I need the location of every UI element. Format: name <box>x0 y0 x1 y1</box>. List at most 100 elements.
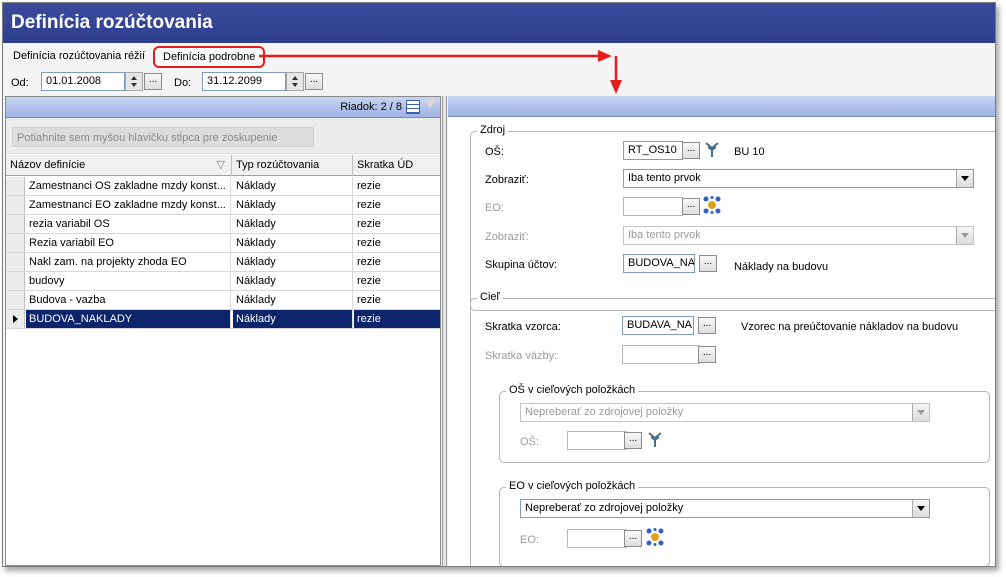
row-selector[interactable] <box>6 177 25 195</box>
row-selector[interactable] <box>6 291 25 309</box>
chevron-down-icon[interactable] <box>912 500 929 517</box>
cell-type: Náklady <box>233 196 353 214</box>
row-selector[interactable] <box>6 234 25 252</box>
source-display2-label: Zobraziť: <box>485 231 529 243</box>
chevron-down-icon[interactable] <box>956 170 973 187</box>
source-account-group-ellipsis-button[interactable]: ... <box>699 255 717 272</box>
target-eo-group: EO v cieľových položkách Nepreberať zo z… <box>499 480 990 566</box>
cell-type: Náklady <box>233 272 353 290</box>
table-row[interactable]: rezia variabil OS Náklady rezie <box>6 215 440 234</box>
source-os-label: OŠ: <box>485 146 504 158</box>
target-eo-combo[interactable]: Nepreberať zo zdrojovej položky <box>520 499 930 518</box>
target-group-title: Cieľ <box>477 291 503 303</box>
cell-type: Náklady <box>233 310 353 328</box>
cell-abbrev: rezie <box>357 199 381 211</box>
source-eo-ellipsis-button[interactable]: ... <box>682 198 700 215</box>
cell-type: Náklady <box>233 177 353 195</box>
cell-name: Rezia variabil EO <box>26 234 231 252</box>
row-selector[interactable] <box>6 253 25 271</box>
target-os-group-title: OŠ v cieľových položkách <box>506 384 639 396</box>
target-os-ellipsis-button[interactable]: ... <box>624 432 642 449</box>
chevron-down-icon[interactable] <box>956 227 973 244</box>
cell-type: Náklady <box>233 215 353 233</box>
detail-header-bar <box>448 96 995 117</box>
table-row[interactable]: budovy Náklady rezie <box>6 272 440 291</box>
from-date-spin-icon[interactable] <box>125 72 143 91</box>
tab-definition-overview[interactable]: Definícia rozúčtovania réžií <box>13 50 145 62</box>
org-unit-icon[interactable] <box>646 528 664 546</box>
target-eo-group-title: EO v cieľových položkách <box>506 480 639 492</box>
row-counter: Riadok: 2 / 8 <box>340 101 402 113</box>
source-group-title: Zdroj <box>477 124 509 136</box>
target-eo-combo-value: Nepreberať zo zdrojovej položky <box>525 502 684 514</box>
column-header-type[interactable]: Typ rozúčtovania <box>232 155 353 176</box>
filter-icon[interactable] <box>423 100 437 108</box>
target-eo-label: EO: <box>520 534 539 546</box>
cell-name: Zamestnanci OS zakladne mzdy konst... <box>26 177 231 195</box>
from-date-ellipsis-button[interactable]: ... <box>144 73 162 90</box>
cell-abbrev: rezie <box>357 294 381 306</box>
row-selector[interactable] <box>6 272 25 290</box>
source-eo-label: EO: <box>485 202 504 214</box>
tree-hierarchy-icon[interactable] <box>703 140 721 158</box>
chevron-down-icon[interactable] <box>912 404 929 421</box>
source-account-group-text: Náklady na budovu <box>734 261 829 273</box>
date-range-bar: Od: 01.01.2008 ... Do: 31.12.2099 ... <box>3 69 995 95</box>
detail-panel: Zdroj OŠ: RT_OS10 ... BU 10 Zobraziť: Ib… <box>448 96 995 566</box>
grid-columns-icon[interactable] <box>406 100 420 114</box>
target-link-ellipsis-button[interactable]: ... <box>698 346 716 363</box>
sort-filter-icon[interactable]: ▽ <box>217 158 225 171</box>
to-date-input[interactable]: 31.12.2099 <box>202 72 286 91</box>
cell-abbrev: rezie <box>357 275 381 287</box>
target-formula-ellipsis-button[interactable]: ... <box>698 317 716 334</box>
cell-name: BUDOVA_NAKLADY <box>26 310 231 328</box>
to-date-ellipsis-button[interactable]: ... <box>305 73 323 90</box>
table-row[interactable]: Zamestnanci OS zakladne mzdy konst... Nák… <box>6 177 440 196</box>
table-row[interactable]: Rezia variabil EO Náklady rezie <box>6 234 440 253</box>
pane-splitter[interactable] <box>442 96 447 566</box>
target-os-combo[interactable]: Nepreberať zo zdrojovej položky <box>520 403 930 422</box>
target-formula-label: Skratka vzorca: <box>485 321 561 333</box>
column-header-abbrev[interactable]: Skratka ÚD <box>353 155 440 176</box>
target-os-group: OŠ v cieľových položkách Nepreberať zo z… <box>499 384 990 463</box>
source-display1-value: Iba tento prvok <box>628 172 701 184</box>
source-account-group-input[interactable]: BUDOVA_NA <box>623 254 695 273</box>
from-date-label: Od: <box>11 77 29 89</box>
cell-type: Náklady <box>233 253 353 271</box>
target-os-label: OŠ: <box>520 436 539 448</box>
target-eo-input[interactable] <box>567 529 627 548</box>
source-display1-combo[interactable]: Iba tento prvok <box>623 169 974 188</box>
target-link-input[interactable] <box>622 345 700 364</box>
column-header-name[interactable]: Názov definície ▽ <box>6 155 232 176</box>
target-formula-text: Vzorec na preúčtovanie nákladov na budov… <box>741 321 959 333</box>
source-display2-value: Iba tento prvok <box>628 229 701 241</box>
tab-definition-detail[interactable]: Definícia podrobne <box>153 46 266 68</box>
cell-name: rezia variabil OS <box>26 215 231 233</box>
target-os-combo-value: Nepreberať zo zdrojovej položky <box>525 406 684 418</box>
from-date-input[interactable]: 01.01.2008 <box>41 72 125 91</box>
to-date-label: Do: <box>174 77 192 89</box>
target-formula-input[interactable]: BUDAVA_NA <box>622 316 694 335</box>
row-selector[interactable] <box>6 196 25 214</box>
table-row[interactable]: Zamestnanci EO zakladne mzdy konst... Nák… <box>6 196 440 215</box>
source-eo-input[interactable] <box>623 197 683 216</box>
target-os-input[interactable] <box>567 431 627 450</box>
table-row[interactable]: Budova - vazba Náklady rezie <box>6 291 440 310</box>
row-pointer-icon[interactable] <box>6 310 25 328</box>
cell-name: Nakl zam. na projekty zhoda EO <box>26 253 231 271</box>
target-link-label: Skratka väzby: <box>485 350 558 362</box>
target-group: Cieľ Skratka vzorca: BUDAVA_NA ... Vzore… <box>470 291 995 566</box>
table-row-selected[interactable]: BUDOVA_NAKLADY Náklady rezie <box>6 310 440 329</box>
source-display1-label: Zobraziť: <box>485 174 529 186</box>
row-selector[interactable] <box>6 215 25 233</box>
source-display2-combo[interactable]: Iba tento prvok <box>623 226 974 245</box>
to-date-spin-icon[interactable] <box>286 72 304 91</box>
tree-hierarchy-icon[interactable] <box>646 430 664 448</box>
table-row[interactable]: Nakl zam. na projekty zhoda EO Náklady rez… <box>6 253 440 272</box>
cell-abbrev: rezie <box>357 218 381 230</box>
group-by-area[interactable]: Potiahnite sem myšou hlavičku stĺpca pre… <box>6 118 440 154</box>
source-os-input[interactable]: RT_OS10 <box>623 141 683 160</box>
org-unit-icon[interactable] <box>703 196 721 214</box>
target-eo-ellipsis-button[interactable]: ... <box>624 530 642 547</box>
source-os-ellipsis-button[interactable]: ... <box>682 142 700 159</box>
